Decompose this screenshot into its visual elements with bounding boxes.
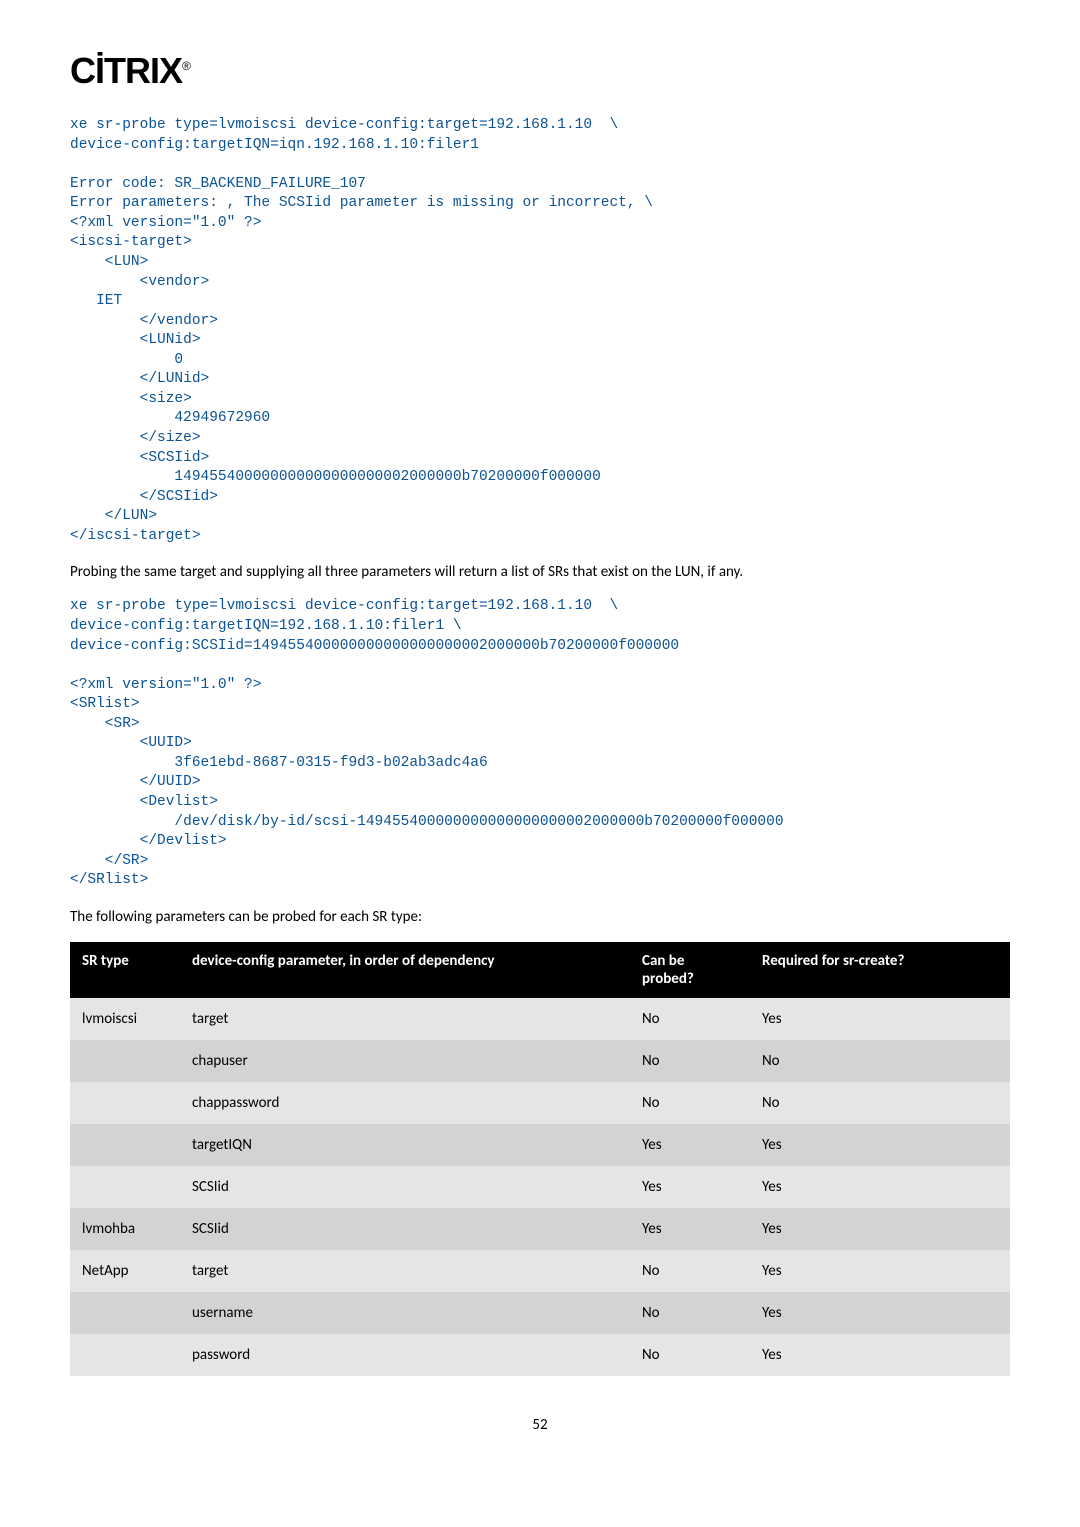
cell-probed: No (630, 1082, 750, 1124)
table-row: NetApp target No Yes (70, 1250, 1010, 1292)
paragraph-table-intro: The following parameters can be probed f… (70, 907, 1010, 928)
cell-probed: Yes (630, 1124, 750, 1166)
cell-required: Yes (750, 1292, 1010, 1334)
table-row: username No Yes (70, 1292, 1010, 1334)
cell-param: password (180, 1334, 630, 1376)
cell-required: Yes (750, 1208, 1010, 1250)
table-row: lvmohba SCSIid Yes Yes (70, 1208, 1010, 1250)
cell-required: Yes (750, 1124, 1010, 1166)
cell-param: SCSIid (180, 1166, 630, 1208)
paragraph-probing: Probing the same target and supplying al… (70, 562, 1010, 583)
table-row: password No Yes (70, 1334, 1010, 1376)
header-param: device-config parameter, in order of dep… (180, 942, 630, 998)
table-row: SCSIid Yes Yes (70, 1166, 1010, 1208)
cell-param: chappassword (180, 1082, 630, 1124)
cell-required: Yes (750, 1334, 1010, 1376)
table-row: targetIQN Yes Yes (70, 1124, 1010, 1166)
cell-param: target (180, 1250, 630, 1292)
cell-srtype (70, 1040, 180, 1082)
cell-probed: Yes (630, 1208, 750, 1250)
cell-param: chapuser (180, 1040, 630, 1082)
cell-srtype: NetApp (70, 1250, 180, 1292)
cell-srtype: lvmoiscsi (70, 998, 180, 1040)
page-number: 52 (70, 1416, 1010, 1434)
cell-param: targetIQN (180, 1124, 630, 1166)
cell-probed: No (630, 998, 750, 1040)
table-row: chapuser No No (70, 1040, 1010, 1082)
header-probed: Can be probed? (630, 942, 750, 998)
cell-probed: No (630, 1334, 750, 1376)
code-block-1: xe sr-probe type=lvmoiscsi device-config… (70, 116, 1010, 546)
cell-required: Yes (750, 998, 1010, 1040)
cell-probed: No (630, 1292, 750, 1334)
sr-parameters-table: SR type device-config parameter, in orde… (70, 942, 1010, 1376)
cell-param: target (180, 998, 630, 1040)
citrix-logo: CİTRIX® (70, 50, 1010, 92)
cell-srtype (70, 1166, 180, 1208)
cell-required: Yes (750, 1250, 1010, 1292)
cell-param: username (180, 1292, 630, 1334)
header-srtype: SR type (70, 942, 180, 998)
cell-required: Yes (750, 1166, 1010, 1208)
cell-probed: No (630, 1040, 750, 1082)
cell-probed: Yes (630, 1166, 750, 1208)
cell-required: No (750, 1082, 1010, 1124)
table-header-row: SR type device-config parameter, in orde… (70, 942, 1010, 998)
table-row: chappassword No No (70, 1082, 1010, 1124)
header-required: Required for sr-create? (750, 942, 1010, 998)
code-block-2: xe sr-probe type=lvmoiscsi device-config… (70, 597, 1010, 890)
table-row: lvmoiscsi target No Yes (70, 998, 1010, 1040)
cell-srtype (70, 1124, 180, 1166)
cell-srtype (70, 1334, 180, 1376)
cell-srtype: lvmohba (70, 1208, 180, 1250)
cell-srtype (70, 1082, 180, 1124)
cell-probed: No (630, 1250, 750, 1292)
cell-required: No (750, 1040, 1010, 1082)
cell-param: SCSIid (180, 1208, 630, 1250)
cell-srtype (70, 1292, 180, 1334)
